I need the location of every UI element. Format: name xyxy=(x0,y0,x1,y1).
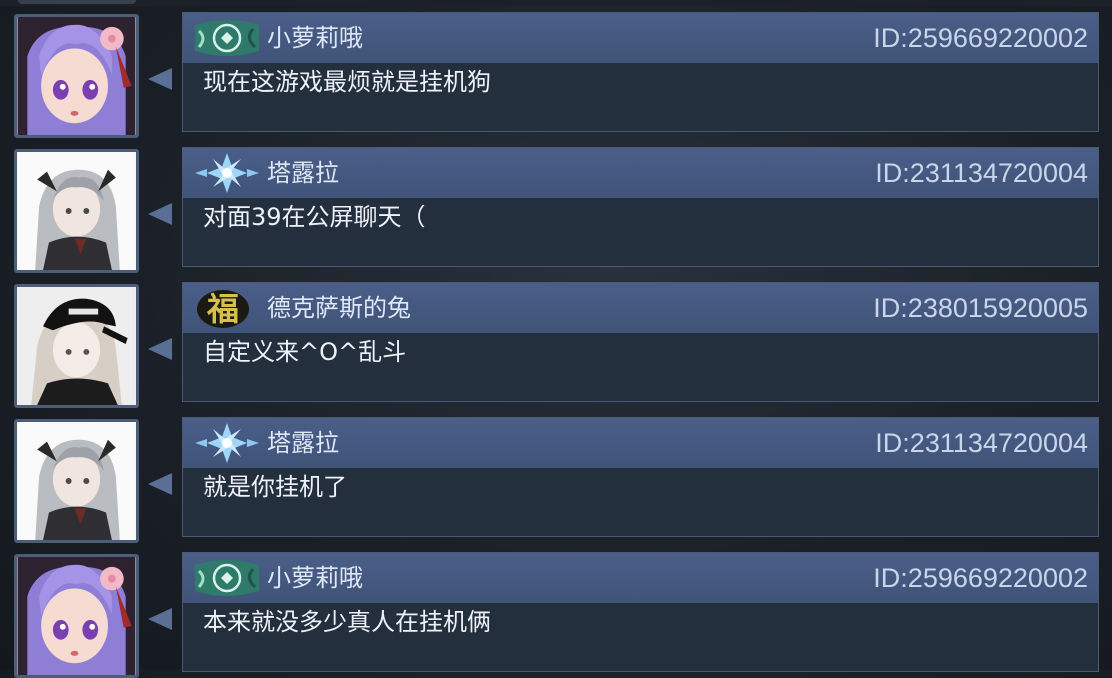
message-card[interactable]: 塔露拉 ID:231134720004 就是你挂机了 xyxy=(182,417,1099,537)
user-id: ID:259669220002 xyxy=(873,23,1088,53)
message-pointer-icon xyxy=(148,608,172,630)
black-cap-girl-avatar[interactable] xyxy=(14,284,139,408)
message-text: 就是你挂机了 xyxy=(203,473,347,501)
message-pointer-icon xyxy=(148,68,172,90)
message-pointer-icon xyxy=(148,338,172,360)
message-pointer-icon xyxy=(148,473,172,495)
chat-message: 塔露拉 ID:231134720004 就是你挂机了 xyxy=(0,411,1112,543)
message-header: 塔露拉 ID:231134720004 xyxy=(183,418,1098,468)
message-header: 小萝莉哦 ID:259669220002 xyxy=(183,13,1098,63)
message-pointer-icon xyxy=(148,203,172,225)
message-header: 塔露拉 ID:231134720004 xyxy=(183,148,1098,198)
message-card[interactable]: 小萝莉哦 ID:259669220002 现在这游戏最烦就是挂机狗 xyxy=(182,12,1099,132)
fu-character-text: 福 xyxy=(206,290,239,328)
sender-name[interactable]: 小萝莉哦 xyxy=(267,23,363,53)
chat-message: 小萝莉哦 ID:259669220002 本来就没多少真人在挂机俩 xyxy=(0,546,1112,678)
user-id: ID:259669220002 xyxy=(873,563,1088,593)
purple-hair-girl-avatar[interactable] xyxy=(14,14,139,138)
sender-name[interactable]: 德克萨斯的兔 xyxy=(267,293,411,323)
purple-hair-girl-avatar[interactable] xyxy=(14,554,139,678)
user-id: ID:238015920005 xyxy=(873,293,1088,323)
message-card[interactable]: 小萝莉哦 ID:259669220002 本来就没多少真人在挂机俩 xyxy=(182,552,1099,672)
message-text: 自定义来^O^乱斗 xyxy=(203,338,407,366)
message-card[interactable]: 福 德克萨斯的兔 ID:238015920005 自定义来^O^乱斗 xyxy=(182,282,1099,402)
message-card[interactable]: 塔露拉 ID:231134720004 对面39在公屏聊天（ xyxy=(182,147,1099,267)
green-swirl-badge-icon xyxy=(193,17,261,59)
silver-hair-horned-avatar[interactable] xyxy=(14,149,139,273)
user-id: ID:231134720004 xyxy=(875,158,1088,188)
message-header: 小萝莉哦 ID:259669220002 xyxy=(183,553,1098,603)
chat-message: 塔露拉 ID:231134720004 对面39在公屏聊天（ xyxy=(0,141,1112,273)
sender-name[interactable]: 塔露拉 xyxy=(267,158,339,188)
green-swirl-badge-icon xyxy=(193,557,261,599)
sender-name[interactable]: 塔露拉 xyxy=(267,428,339,458)
message-text: 本来就没多少真人在挂机俩 xyxy=(203,608,491,636)
message-header: 福 德克萨斯的兔 ID:238015920005 xyxy=(183,283,1098,333)
chat-message: 小萝莉哦 ID:259669220002 现在这游戏最烦就是挂机狗 xyxy=(0,6,1112,138)
message-text: 对面39在公屏聊天（ xyxy=(203,203,426,231)
blue-snowflake-badge-icon xyxy=(193,422,261,464)
chat-message: 福 德克萨斯的兔 ID:238015920005 自定义来^O^乱斗 xyxy=(0,276,1112,408)
fu-character-badge-icon: 福 xyxy=(193,287,261,329)
user-id: ID:231134720004 xyxy=(875,428,1088,458)
message-text: 现在这游戏最烦就是挂机狗 xyxy=(203,68,491,96)
sender-name[interactable]: 小萝莉哦 xyxy=(267,563,363,593)
silver-hair-horned-avatar[interactable] xyxy=(14,419,139,543)
blue-snowflake-badge-icon xyxy=(193,152,261,194)
